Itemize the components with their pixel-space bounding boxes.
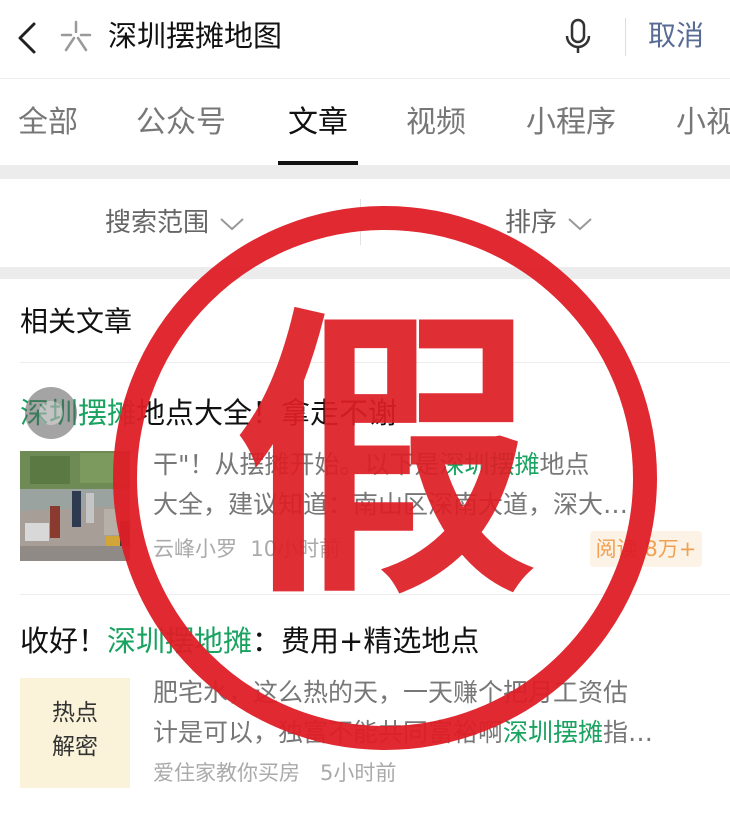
article-meta: 云峰小罗 10小时前 — [153, 534, 340, 564]
tab-articles[interactable]: 文章 — [288, 101, 348, 145]
article-thumbnail[interactable]: 热点 解密 — [20, 678, 130, 788]
article-time: 10小时前 — [250, 537, 341, 561]
thumbnail-caption: 热点 解密 — [20, 696, 130, 764]
snippet-text: 指… — [603, 718, 654, 747]
back-arrow-icon[interactable] — [12, 18, 42, 58]
microphone-icon[interactable] — [562, 14, 594, 58]
tab-official-accounts[interactable]: 公众号 — [136, 101, 226, 145]
tab-all[interactable]: 全部 — [18, 101, 78, 145]
divider — [20, 594, 730, 595]
thumbnail-caption-line: 解密 — [52, 734, 98, 760]
section-gap — [0, 267, 730, 279]
floating-button[interactable] — [25, 387, 77, 439]
chevron-down-icon — [220, 217, 244, 230]
snippet-text: 地点 — [539, 450, 590, 479]
divider — [360, 199, 361, 245]
divider — [20, 362, 730, 363]
article-time: 5小时前 — [320, 761, 397, 785]
search-scope-label: 搜索范围 — [105, 208, 210, 238]
article-author[interactable]: 云峰小罗 — [153, 537, 237, 561]
article-snippet: 肥宅水，这么热的天，一天赚个把月工资估 — [153, 678, 629, 707]
snippet-text: 计是可以，独富不能共同富裕啊 — [153, 718, 504, 747]
sort-label: 排序 — [505, 208, 558, 238]
title-text: ：费用+精选地点 — [252, 624, 480, 658]
search-input[interactable]: 深圳摆摊地图 — [108, 14, 282, 58]
section-gap — [0, 165, 730, 179]
article-thumbnail[interactable] — [20, 451, 130, 561]
street-market-photo — [20, 451, 130, 561]
thumbnail-caption-line: 热点 — [52, 700, 98, 726]
star-icon — [60, 20, 92, 52]
tab-mini-programs[interactable]: 小程序 — [526, 101, 616, 145]
tab-channels[interactable]: 小视 — [676, 101, 730, 145]
snippet-highlight: 深圳摆摊 — [439, 450, 540, 479]
article-snippet: 大全，建议知道：南山区深南大道，深大… — [153, 490, 629, 519]
snippet-text: 干"！从摆摊开始。以下是 — [153, 450, 440, 479]
article-snippet: 干"！从摆摊开始。以下是深圳摆摊地点 — [153, 445, 713, 485]
title-text: 收好！ — [20, 624, 108, 658]
sort-dropdown[interactable]: 排序 — [505, 201, 593, 245]
search-bar: 深圳摆摊地图 取消 — [0, 0, 730, 78]
search-scope-dropdown[interactable]: 搜索范围 — [105, 201, 245, 245]
section-title: 相关文章 — [20, 305, 133, 338]
divider — [625, 18, 626, 56]
article-author[interactable]: 爱住家教你买房 — [153, 761, 300, 785]
article-meta: 爱住家教你买房 5小时前 — [153, 758, 396, 788]
article-snippet: 计是可以，独富不能共同富裕啊深圳摆摊指… — [153, 713, 713, 753]
title-text: 地点大全！拿走不谢 — [136, 396, 398, 430]
tab-bar: 全部 公众号 文章 视频 小程序 小视 — [0, 79, 730, 165]
cancel-button[interactable]: 取消 — [648, 14, 704, 58]
filter-bar: 搜索范围 排序 — [0, 179, 730, 267]
read-count-badge: 阅读 8万+ — [590, 531, 702, 567]
chevron-down-icon — [568, 217, 592, 230]
snippet-highlight: 深圳摆摊 — [503, 718, 604, 747]
tab-videos[interactable]: 视频 — [406, 101, 466, 145]
article-title[interactable]: 收好！深圳摆地摊：费用+精选地点 — [20, 620, 479, 662]
title-highlight: 深圳摆地摊 — [107, 624, 253, 658]
